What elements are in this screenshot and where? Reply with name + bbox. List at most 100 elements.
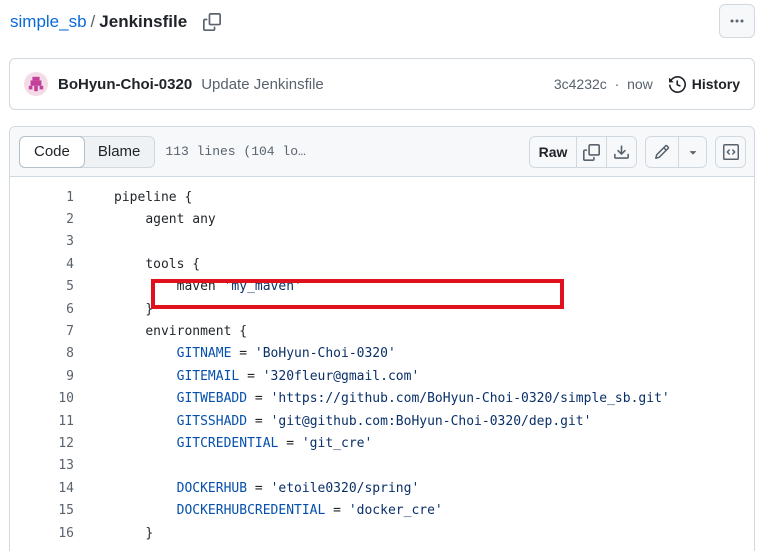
line-number[interactable]: 5 — [10, 279, 74, 294]
code-token: = — [247, 413, 271, 429]
code-line: 11 GITSSHADD = 'git@github.com:BoHyun-Ch… — [10, 410, 754, 432]
code-square-icon — [722, 144, 739, 160]
file-header: Code Blame 113 lines (104 lo… Raw — [10, 127, 754, 177]
code-text: DOCKERHUBCREDENTIAL = 'docker_cre' — [114, 503, 443, 518]
code-string: 'git@github.com:BoHyun-Choi-0320/dep.git… — [270, 413, 592, 429]
commit-sha-time[interactable]: 3c4232c · now — [554, 76, 653, 93]
code-text: pipeline { — [114, 190, 192, 205]
code-line: 2 agent any — [10, 208, 754, 230]
line-number[interactable]: 15 — [10, 503, 74, 518]
history-button[interactable]: History — [668, 75, 740, 93]
code-text: GITCREDENTIAL = 'git_cre' — [114, 435, 373, 451]
code-line: 15 DOCKERHUBCREDENTIAL = 'docker_cre' — [10, 499, 754, 521]
identicon-icon — [28, 76, 44, 92]
avatar[interactable] — [24, 72, 48, 96]
commit-meta: 3c4232c · now History — [554, 76, 740, 93]
file-line-count: 113 lines (104 lo… — [165, 144, 306, 159]
line-number[interactable]: 2 — [10, 212, 74, 227]
pencil-icon — [654, 144, 670, 160]
symbols-group — [715, 136, 746, 168]
code-text: } — [114, 526, 153, 541]
code-string: 'BoHyun-Choi-0320' — [254, 346, 396, 362]
copy-icon — [203, 13, 222, 31]
download-icon — [614, 144, 629, 159]
commit-sha[interactable]: 3c4232c — [554, 76, 607, 92]
copy-path-button[interactable] — [201, 11, 223, 33]
line-number[interactable]: 12 — [10, 436, 74, 451]
line-number[interactable]: 6 — [10, 302, 74, 317]
line-number[interactable]: 8 — [10, 346, 74, 361]
line-number[interactable]: 10 — [10, 391, 74, 406]
code-variable: GITEMAIL — [176, 368, 240, 384]
code-line: 4 tools { — [10, 253, 754, 275]
breadcrumb-repo-link[interactable]: simple_sb — [10, 12, 87, 32]
code-string: '320fleur@gmail.com' — [262, 368, 420, 384]
line-number[interactable]: 4 — [10, 257, 74, 272]
code-text: GITSSHADD = 'git@github.com:BoHyun-Choi-… — [114, 413, 592, 429]
commit-message[interactable]: Update Jenkinsfile — [201, 76, 324, 93]
code-line: 12 GITCREDENTIAL = 'git_cre' — [10, 432, 754, 454]
tab-code[interactable]: Code — [19, 135, 85, 168]
line-number[interactable]: 3 — [10, 234, 74, 249]
code-view: 1 pipeline {2 agent any 3 4 tools {5 maven … — [10, 178, 754, 544]
commit-time: now — [627, 75, 653, 92]
code-token: = — [247, 480, 271, 496]
more-options-button[interactable] — [719, 4, 755, 38]
code-variable: DOCKERHUBCREDENTIAL — [176, 503, 326, 519]
breadcrumb-separator: / — [90, 12, 96, 31]
code-variable: DOCKERHUB — [176, 480, 248, 496]
breadcrumb-file-name: Jenkinsfile — [99, 12, 188, 31]
code-token: = — [231, 346, 255, 362]
code-line: 8 GITNAME = 'BoHyun-Choi-0320' — [10, 343, 754, 365]
code-token: = — [278, 435, 302, 451]
line-number[interactable]: 11 — [10, 414, 74, 429]
download-button[interactable] — [606, 137, 636, 167]
triangle-down-icon — [689, 151, 696, 155]
code-string: 'https://github.com/BoHyun-Choi-0320/sim… — [270, 391, 670, 407]
history-icon — [668, 75, 686, 93]
latest-commit-box: BoHyun-Choi-0320 Update Jenkinsfile 3c42… — [9, 58, 755, 110]
edit-dropdown-button[interactable] — [678, 137, 706, 167]
code-text: GITNAME = 'BoHyun-Choi-0320' — [114, 346, 396, 361]
code-string: 'git_cre' — [301, 435, 373, 451]
line-number[interactable]: 13 — [10, 458, 74, 473]
code-text: tools { — [114, 257, 200, 272]
line-number[interactable]: 16 — [10, 526, 74, 541]
code-text: environment { — [114, 324, 247, 339]
kebab-horizontal-icon — [730, 19, 744, 23]
code-token: = — [239, 368, 263, 384]
line-number[interactable]: 9 — [10, 369, 74, 384]
code-line: 10 GITWEBADD = 'https://github.com/BoHyu… — [10, 388, 754, 410]
code-variable: GITNAME — [176, 346, 232, 362]
code-variable: GITSSHADD — [176, 413, 248, 429]
line-number[interactable]: 7 — [10, 324, 74, 339]
code-token: = — [325, 503, 349, 519]
code-line: 14 DOCKERHUB = 'etoile0320/spring' — [10, 477, 754, 499]
line-number[interactable]: 1 — [10, 190, 74, 205]
edit-actions-group — [645, 136, 707, 168]
copy-icon — [583, 143, 600, 161]
line-number[interactable]: 14 — [10, 481, 74, 496]
commit-author[interactable]: BoHyun-Choi-0320 — [58, 76, 192, 93]
code-line: 16 } — [10, 522, 754, 544]
code-token: pipeline { — [114, 189, 193, 205]
code-token: = — [247, 391, 271, 407]
code-line: 7 environment { — [10, 320, 754, 342]
code-text: GITEMAIL = '320fleur@gmail.com' — [114, 368, 420, 384]
code-token: } — [145, 525, 154, 541]
tab-blame[interactable]: Blame — [84, 137, 155, 167]
code-line: 3 — [10, 231, 754, 253]
edit-file-button[interactable] — [646, 137, 678, 167]
code-text: GITWEBADD = 'https://github.com/BoHyun-C… — [114, 391, 670, 406]
raw-button[interactable]: Raw — [530, 137, 576, 167]
code-line: 13 — [10, 455, 754, 477]
code-string: 'etoile0320/spring' — [270, 480, 420, 496]
commit-meta-separator: · — [614, 75, 620, 92]
view-mode-toggle: Code Blame — [19, 135, 156, 168]
file-viewer: Code Blame 113 lines (104 lo… Raw 1 pipe… — [9, 126, 755, 551]
symbols-panel-button[interactable] — [716, 137, 745, 167]
code-text: agent any — [114, 212, 215, 227]
copy-raw-button[interactable] — [576, 137, 606, 167]
code-text: DOCKERHUB = 'etoile0320/spring' — [114, 480, 420, 496]
code-string: 'docker_cre' — [348, 503, 443, 519]
